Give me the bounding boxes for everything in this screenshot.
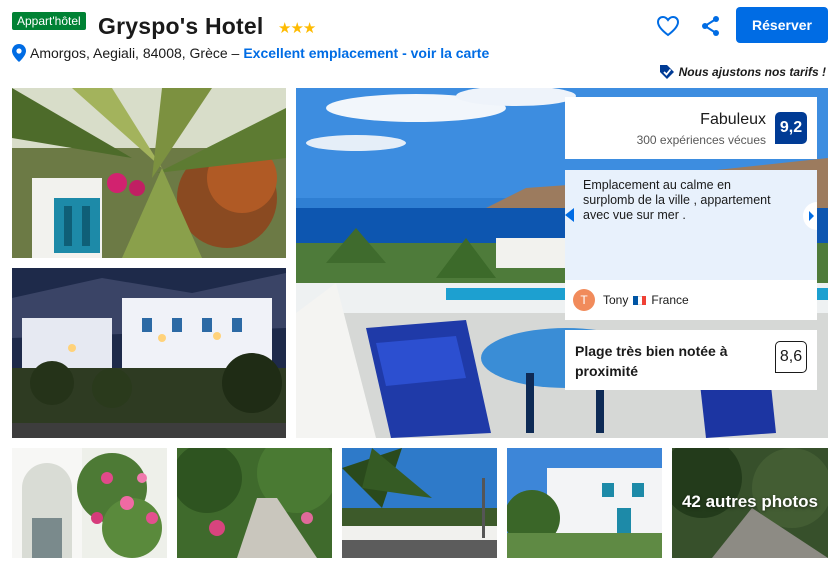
rating-card[interactable]: Fabuleux 300 expériences vécues 9,2 xyxy=(565,97,817,159)
reviewer-name: Tony xyxy=(603,293,629,307)
hotel-photo-night-exterior[interactable] xyxy=(12,268,286,438)
hotel-header: Appart'hôtel Gryspo's Hotel ★★★ Amorgos,… xyxy=(12,7,828,83)
reviewer-info: T Tony France xyxy=(573,289,689,311)
location-row: Amorgos, Aegiali, 84008, Grèce – Excelle… xyxy=(12,44,489,62)
reserve-button[interactable]: Réserver xyxy=(736,7,828,43)
map-pin-icon xyxy=(12,44,26,62)
thumbnail-more-photos[interactable]: 42 autres photos xyxy=(672,448,828,558)
price-tag-icon xyxy=(659,65,674,79)
review-quote-area: Emplacement au calme en surplomb de la v… xyxy=(565,170,817,280)
reviewer-country: France xyxy=(651,293,689,307)
review-text: Emplacement au calme en surplomb de la v… xyxy=(583,178,771,222)
thumbnail-photo-palm-wall[interactable] xyxy=(342,448,497,558)
rating-score-badge: 9,2 xyxy=(775,112,807,144)
share-icon[interactable] xyxy=(701,15,721,37)
hotel-photo-palm-garden[interactable] xyxy=(12,88,286,258)
thumbnail-photo-garden-path[interactable] xyxy=(177,448,332,558)
property-type-badge: Appart'hôtel xyxy=(12,12,86,30)
chevron-left-icon[interactable] xyxy=(565,208,574,222)
more-photos-label: 42 autres photos xyxy=(681,492,819,511)
price-match-text: Nous ajustons nos tarifs ! xyxy=(678,65,826,79)
view-map-link[interactable]: Excellent emplacement - voir la carte xyxy=(243,45,489,61)
france-flag-icon xyxy=(633,295,647,305)
nearby-beach-score: 8,6 xyxy=(775,341,807,373)
thumbnail-photo-white-building[interactable] xyxy=(507,448,662,558)
guest-review-card: Emplacement au calme en surplomb de la v… xyxy=(565,170,817,320)
nearby-beach-label: Plage très bien notée à proximité xyxy=(575,343,728,379)
price-match-notice[interactable]: Nous ajustons nos tarifs ! xyxy=(659,64,826,80)
hotel-address: Amorgos, Aegiali, 84008, Grèce – xyxy=(30,45,240,61)
hotel-name: Gryspo's Hotel xyxy=(98,13,264,39)
thumbnail-photo-flowers[interactable] xyxy=(12,448,167,558)
heart-icon[interactable] xyxy=(655,13,681,39)
star-rating: ★★★ xyxy=(278,20,316,37)
rating-count: 300 expériences vécues xyxy=(636,133,766,147)
avatar: T xyxy=(573,289,595,311)
rating-word: Fabuleux xyxy=(700,111,766,128)
chevron-right-icon[interactable] xyxy=(803,202,817,230)
nearby-beach-card[interactable]: Plage très bien notée à proximité 8,6 xyxy=(565,330,817,390)
